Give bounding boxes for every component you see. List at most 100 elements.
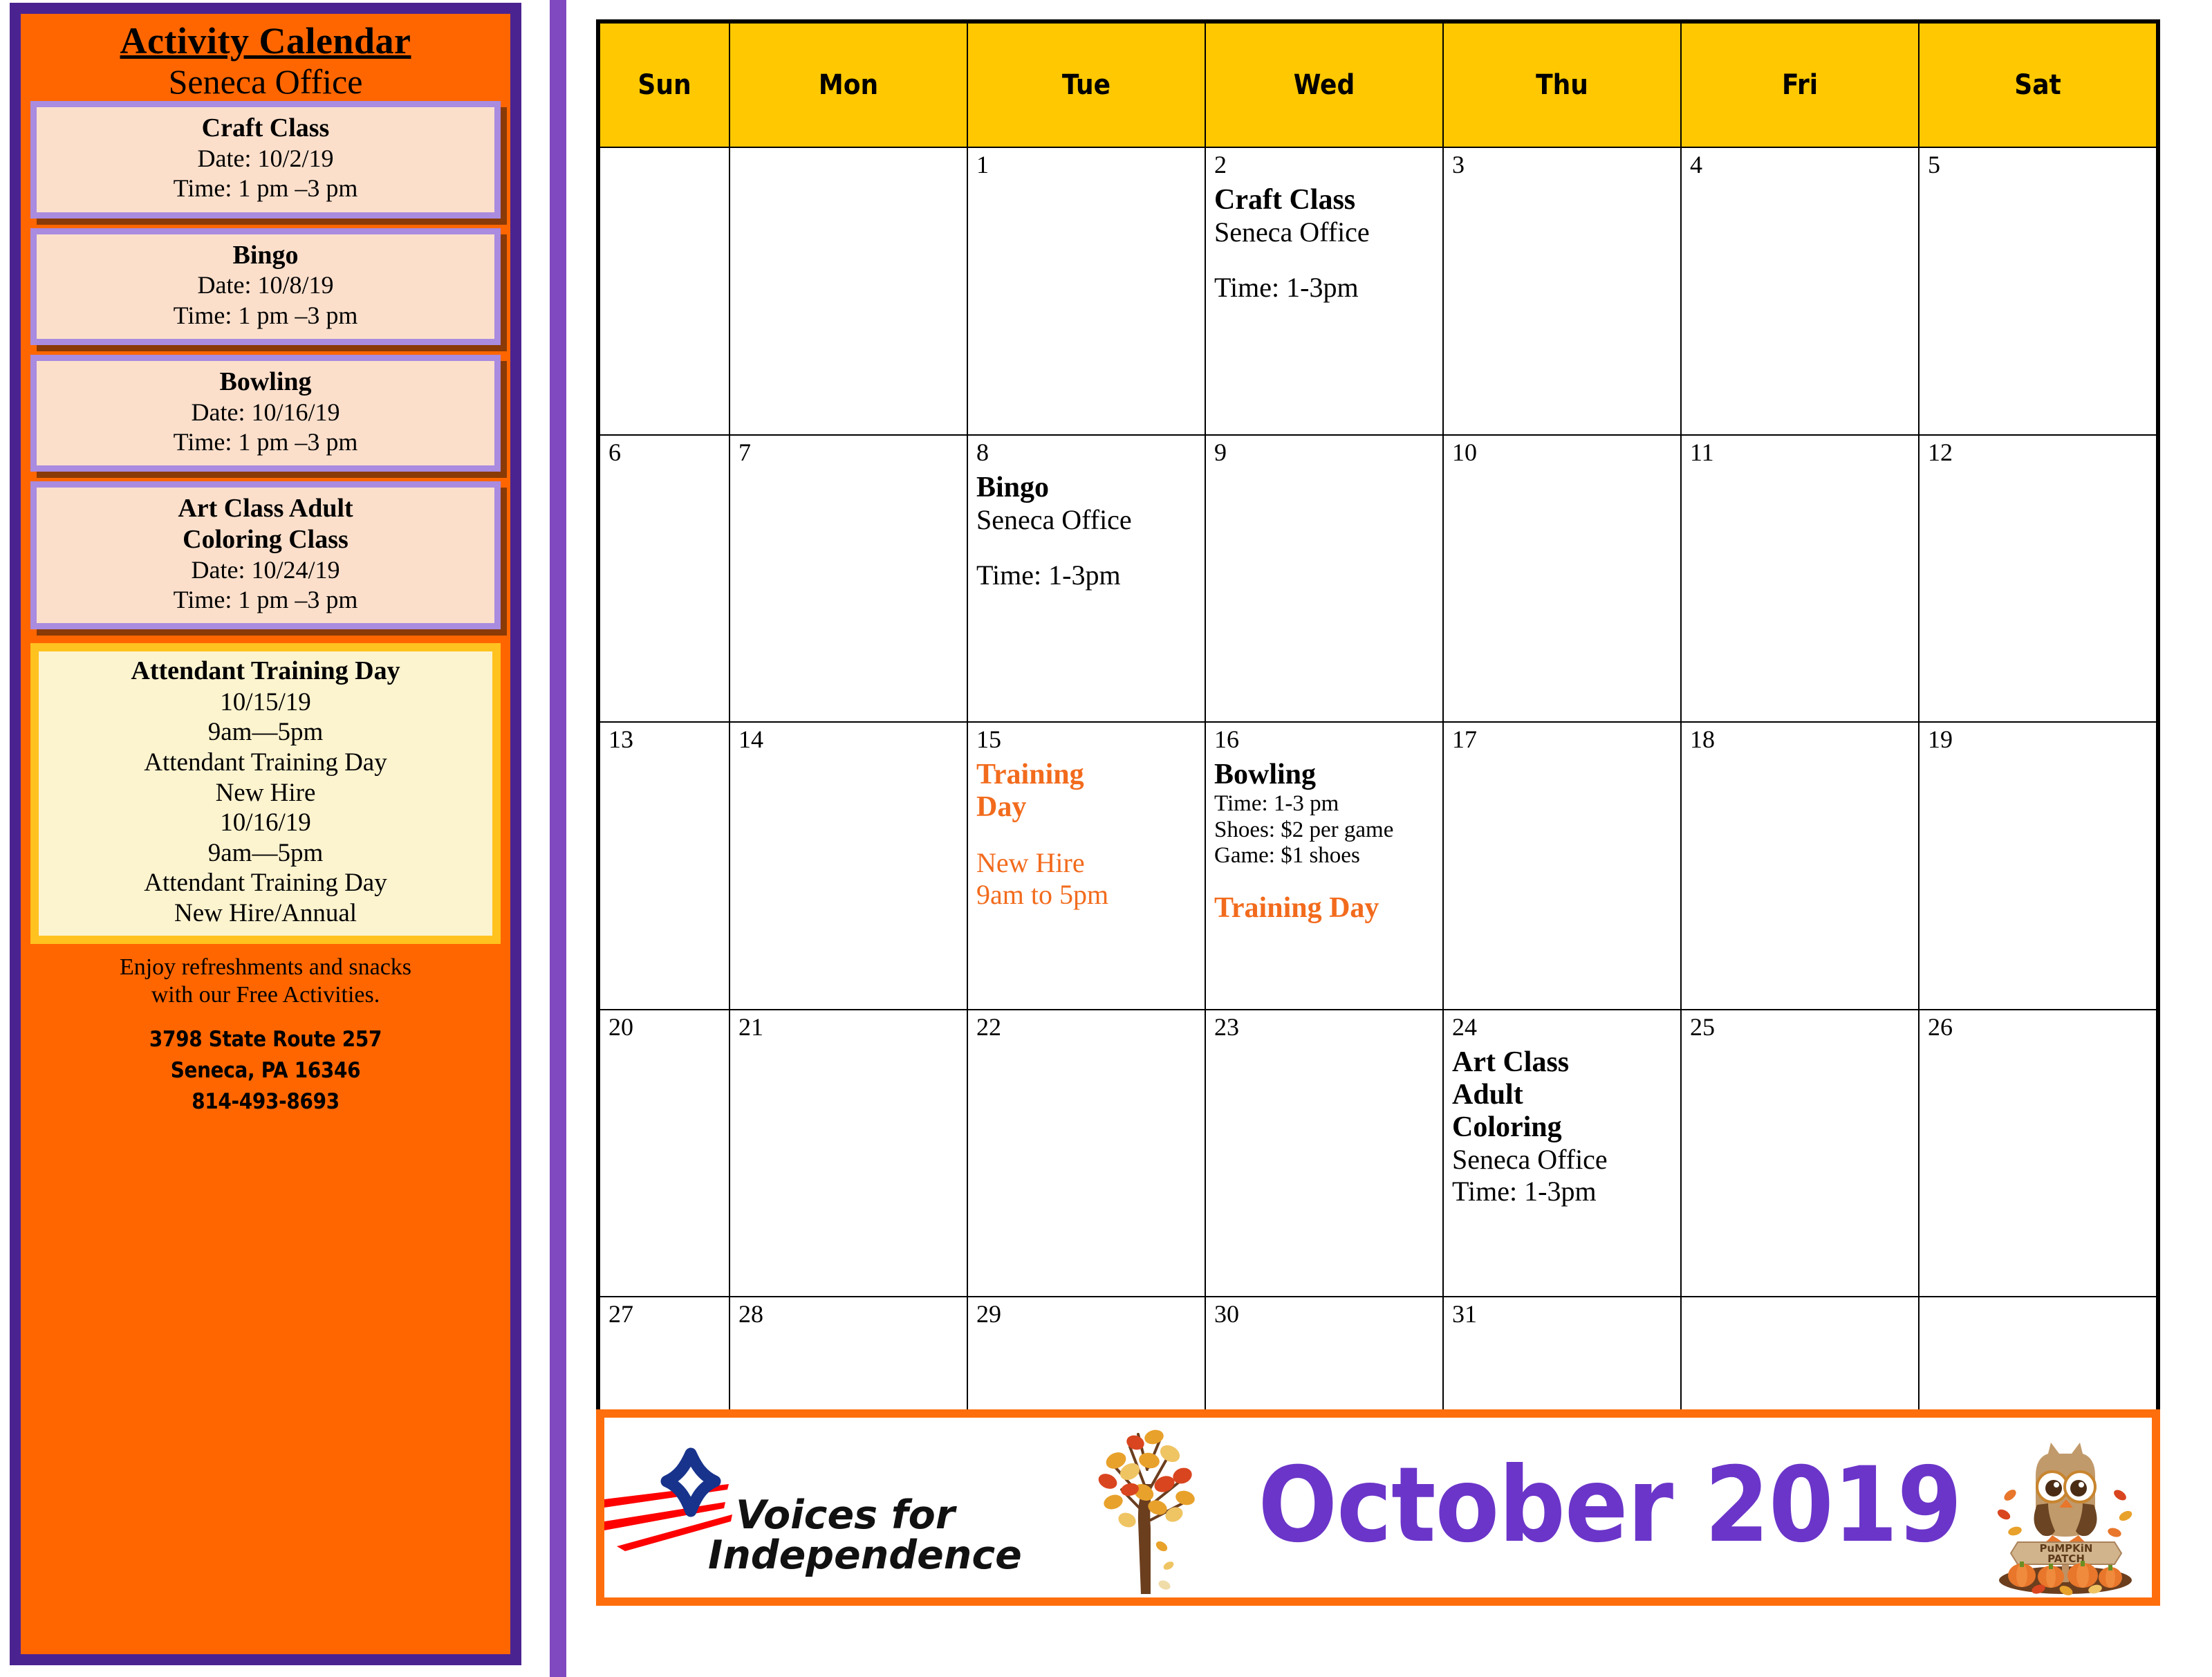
day-number: 22: [976, 1012, 1001, 1041]
calendar-day-cell[interactable]: 7: [729, 434, 968, 723]
note-line-1: Enjoy refreshments and snacks: [119, 954, 412, 980]
bowling-time: Time: 1-3 pm: [1214, 791, 1339, 817]
note-line-2: with our Free Activities.: [151, 981, 380, 1008]
day-number: 21: [738, 1012, 763, 1041]
day-number: 1: [976, 151, 989, 178]
owl-sign-line-2: PATCH: [2047, 1553, 2085, 1565]
pumpkin-patch-owl-illustration: PuMPKiN PATCH: [1979, 1418, 2152, 1597]
day-number: 7: [738, 438, 751, 466]
day-number: 30: [1214, 1300, 1239, 1328]
calendar-day-cell[interactable]: 9: [1205, 434, 1444, 723]
calendar-day-cell[interactable]: 19: [1918, 721, 2157, 1010]
calendar-day-cell[interactable]: [729, 147, 968, 436]
day-number: 9: [1214, 438, 1227, 466]
sidebar-event-craft-class: Craft Class Date: 10/2/19 Time: 1 pm –3 …: [30, 101, 501, 219]
day-number: 2: [1214, 151, 1227, 178]
calendar-day-cell[interactable]: 4: [1680, 147, 1920, 436]
calendar-day-cell[interactable]: 25: [1680, 1008, 1920, 1298]
calendar-day-cell-bingo[interactable]: 8 Bingo Seneca Office Time: 1-3pm: [967, 434, 1206, 723]
sidebar-refreshments-note: Enjoy refreshments and snacks with our F…: [39, 954, 492, 1009]
address-line-2: Seneca, PA 16346: [170, 1057, 361, 1083]
event-spacer: [976, 536, 1198, 559]
address-line-1: 3798 State Route 257: [149, 1027, 382, 1053]
day-number: 26: [1928, 1012, 1953, 1041]
event-location: Seneca Office: [976, 503, 1132, 535]
month-banner: Voices for Independence October 2019 PuM…: [596, 1409, 2160, 1606]
calendar-day-cell-bowling[interactable]: 16 Bowling Time: 1-3 pm Shoes: $2 per ga…: [1205, 721, 1444, 1010]
calendar-day-cell-training-day[interactable]: 15 Training Day New Hire 9am to 5pm: [967, 721, 1206, 1010]
day-number: 13: [608, 725, 633, 754]
vertical-divider: [550, 0, 566, 1677]
calendar-week-row: 20 21 22 23 24 Art Class Adult Coloring …: [599, 1008, 2157, 1298]
event-name: Bingo: [232, 240, 299, 270]
calendar-day-cell[interactable]: 26: [1918, 1008, 2157, 1298]
event-time: Time: 1 pm –3 pm: [173, 301, 358, 329]
calendar-day-cell[interactable]: 20: [599, 1008, 730, 1298]
calendar-day-cell[interactable]: 11: [1680, 434, 1920, 723]
training-line-2: 9am—5pm: [207, 718, 324, 747]
sidebar-event-bowling: Bowling Date: 10/16/19 Time: 1 pm –3 pm: [30, 354, 501, 472]
calendar-event-craft-class: Craft Class Seneca Office Time: 1-3pm: [1214, 184, 1435, 304]
sidebar-panel: Activity Calendar Seneca Office Craft Cl…: [10, 3, 521, 1665]
event-time: Time: 1 pm –3 pm: [173, 585, 358, 613]
calendar-day-cell[interactable]: 5: [1918, 147, 2157, 436]
weekday-header-sat: Sat: [1918, 22, 2157, 148]
calendar-day-cell[interactable]: 10: [1442, 434, 1682, 723]
calendar-day-cell[interactable]: 17: [1442, 721, 1682, 1010]
calendar-day-cell[interactable]: 12: [1918, 434, 2157, 723]
event-title: Bingo: [976, 471, 1050, 503]
calendar-day-cell[interactable]: 1: [967, 147, 1206, 436]
training-title: Attendant Training Day: [131, 656, 400, 685]
calendar-day-cell[interactable]: [599, 147, 730, 436]
calendar-day-cell[interactable]: 22: [967, 1008, 1206, 1298]
calendar-day-cell[interactable]: 23: [1205, 1008, 1444, 1298]
day-number: 5: [1928, 151, 1940, 178]
day-number: 18: [1690, 725, 1715, 754]
day-number: 29: [976, 1300, 1001, 1328]
event-time: Time: 1 pm –3 pm: [173, 174, 358, 203]
event-name-line2: Coloring Class: [183, 524, 348, 554]
event-spacer: [976, 824, 1198, 847]
art-title-line3: Coloring: [1452, 1111, 1562, 1143]
training-line-7: Attendant Training Day: [144, 869, 387, 898]
calendar-week-row: 13 14 15 Training Day New Hire 9am to 5p…: [599, 721, 2157, 1010]
day-number: 24: [1452, 1012, 1477, 1041]
calendar-day-cell[interactable]: 13: [599, 721, 730, 1010]
day-number: 11: [1690, 438, 1714, 466]
calendar-week-row: 6 7 8 Bingo Seneca Office Time: 1-3pm 9 …: [599, 434, 2157, 723]
calendar-day-cell[interactable]: 21: [729, 1008, 968, 1298]
event-location: Seneca Office: [1452, 1143, 1608, 1175]
event-date: Date: 10/24/19: [191, 555, 340, 584]
training-sub-line1: New Hire: [976, 847, 1085, 879]
autumn-tree-illustration: [1047, 1418, 1240, 1597]
weekday-header-sun: Sun: [599, 22, 730, 148]
event-time: Time: 1-3pm: [1214, 272, 1359, 304]
month-title: October 2019: [1258, 1445, 1962, 1566]
day-number: 31: [1452, 1300, 1477, 1328]
day-number: 3: [1452, 151, 1465, 178]
calendar-day-cell[interactable]: 6: [599, 434, 730, 723]
calendar-day-cell[interactable]: 18: [1680, 721, 1920, 1010]
day-number: 27: [608, 1300, 633, 1328]
sidebar-title-main: Activity Calendar: [120, 20, 411, 62]
event-spacer: [1214, 869, 1435, 892]
weekday-header-thu: Thu: [1442, 22, 1682, 148]
event-name: Bowling: [219, 367, 312, 396]
event-date: Date: 10/16/19: [191, 398, 340, 426]
calendar-day-cell[interactable]: 3: [1442, 147, 1682, 436]
calendar-day-cell-craft-class[interactable]: 2 Craft Class Seneca Office Time: 1-3pm: [1205, 147, 1444, 436]
calendar-day-cell-art-class[interactable]: 24 Art Class Adult Coloring Seneca Offic…: [1442, 1008, 1682, 1298]
weekday-header-wed: Wed: [1205, 22, 1444, 148]
logo-line-2: Independence: [708, 1532, 1022, 1578]
training-title-line1: Training: [976, 759, 1084, 791]
sidebar-title-block: Activity Calendar Seneca Office: [21, 20, 510, 102]
voices-for-independence-logo: Voices for Independence: [604, 1418, 1047, 1597]
calendar-day-cell[interactable]: 14: [729, 721, 968, 1010]
event-name: Craft Class: [201, 113, 330, 143]
bowling-shoes-price: Shoes: $2 per game: [1214, 817, 1394, 842]
calendar-event-training-day: Training Day New Hire 9am to 5pm: [976, 759, 1198, 911]
event-time: Time: 1-3pm: [976, 559, 1121, 591]
event-spacer: [1214, 248, 1435, 272]
calendar-event-art-class: Art Class Adult Coloring Seneca Office T…: [1452, 1046, 1673, 1207]
event-date: Date: 10/8/19: [197, 271, 334, 299]
